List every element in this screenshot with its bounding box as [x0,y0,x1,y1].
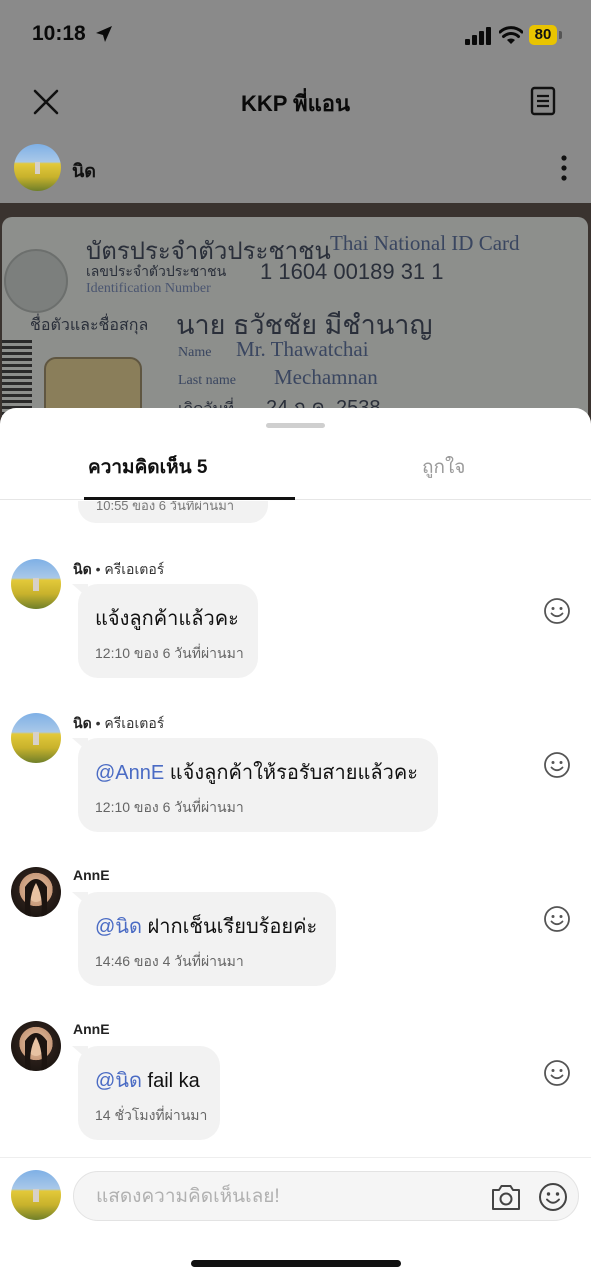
active-tab-indicator [84,497,295,500]
comment-header: AnnE [73,1021,110,1037]
camera-icon[interactable] [490,1182,522,1212]
sheet-tabs: ความคิดเห็น 5 ถูกใจ [0,436,591,500]
top-navigation: KKP พี่แอน [0,70,591,132]
comment-time: 12:10 ของ 6 วันที่ผ่านมา [95,645,244,661]
page-title: KKP พี่แอน [240,91,351,116]
comment-author[interactable]: นิด [73,715,92,731]
battery-cap [559,31,562,39]
drag-handle[interactable] [266,423,325,428]
comment-body: ฝากเช็นเรียบร้อยค่ะ [141,916,318,938]
comment-body: fail ka [141,1070,200,1092]
comment-item: AnnE @นิด fail ka 14 ชั่วโมงที่ผ่านมา [0,1021,591,1156]
creator-badge: ครีเอเตอร์ [104,715,165,731]
comment-text: @AnnE แจ้งลูกค้าให้รอรับสายแล้วคะ [95,756,418,788]
tab-likes[interactable]: ถูกใจ [422,452,465,482]
wifi-icon [499,26,523,44]
smiley-icon[interactable] [538,1182,568,1212]
name-label-en: Name [178,345,212,360]
post-author-row: นิด [0,140,591,196]
status-time: 10:18 [32,22,86,45]
partial-comment-bubble: 10:55 ของ 6 วันที่ผ่านมา [78,501,268,523]
comment-bubble[interactable]: @นิด fail ka 14 ชั่วโมงที่ผ่านมา [78,1046,220,1140]
comment-text: แจ้งลูกค้าแล้วคะ [95,602,239,634]
document-icon[interactable] [527,85,559,117]
comment-body: แจ้งลูกค้าแล้วคะ [95,608,239,630]
comment-body: แจ้งลูกค้าให้รอรับสายแล้วคะ [164,762,418,784]
comment-bubble[interactable]: แจ้งลูกค้าแล้วคะ 12:10 ของ 6 วันที่ผ่านม… [78,584,258,678]
comment-time: 14 ชั่วโมงที่ผ่านมา [95,1107,208,1123]
mention-link[interactable]: @AnnE [95,762,164,784]
id-card-image: บัตรประจำตัวประชาชน Thai National ID Car… [2,217,588,440]
comment-author[interactable]: AnnE [73,1021,110,1037]
post-photo: บัตรประจำตัวประชาชน Thai National ID Car… [0,203,591,440]
comment-time: 12:10 ของ 6 วันที่ผ่านมา [95,799,244,815]
background-post-screen: 10:18 80 KKP พี่แอน นิด บัตรประจำตัวประช… [0,0,591,440]
post-author-name[interactable]: นิด [72,156,96,185]
lastname-en: Mechamnan [274,365,378,389]
smiley-icon[interactable] [543,597,571,625]
comment-author[interactable]: นิด [73,561,92,577]
comment-list[interactable]: 10:55 ของ 6 วันที่ผ่านมา นิด • ครีเอเตอร… [0,501,591,1156]
id-number: 1 1604 00189 31 1 [260,259,444,284]
comment-item: AnnE @นิด ฝากเช็นเรียบร้อยค่ะ 14:46 ของ … [0,867,591,1007]
avatar[interactable] [11,713,61,763]
tab-comments[interactable]: ความคิดเห็น 5 [88,452,207,482]
avatar[interactable] [11,867,61,917]
status-bar: 10:18 80 [0,0,591,70]
smiley-icon[interactable] [543,905,571,933]
comment-time: 14:46 ของ 4 วันที่ผ่านมา [95,953,244,969]
comment-input[interactable] [96,1182,476,1212]
id-number-label-en: Identification Number [86,281,211,296]
id-number-label-th: เลขประจำตัวประชาชน [86,263,227,279]
comment-bubble[interactable]: @AnnE แจ้งลูกค้าให้รอรับสายแล้วคะ 12:10 … [78,738,438,832]
home-indicator [191,1260,401,1267]
name-label-th: ชื่อตัวและชื่อสกุล [30,317,149,334]
comment-item: นิด • ครีเอเตอร์ แจ้งลูกค้าแล้วคะ 12:10 … [0,559,591,699]
comment-header: นิด • ครีเอเตอร์ [73,713,164,735]
comment-item: นิด • ครีเอเตอร์ @AnnE แจ้งลูกค้าให้รอรั… [0,713,591,853]
avatar[interactable] [11,1021,61,1071]
mention-link[interactable]: @นิด [95,916,142,938]
my-avatar[interactable] [11,1170,61,1220]
name-en: Mr. Thawatchai [236,337,369,361]
comment-header: AnnE [73,867,110,883]
author-avatar[interactable] [14,144,61,191]
smiley-icon[interactable] [543,751,571,779]
emblem-icon [4,249,68,313]
creator-badge: ครีเอเตอร์ [104,561,165,577]
mention-link[interactable]: @นิด [95,1070,142,1092]
battery-icon: 80 [528,24,564,46]
comment-bubble[interactable]: @นิด ฝากเช็นเรียบร้อยค่ะ 14:46 ของ 4 วัน… [78,892,336,986]
comments-sheet: ความคิดเห็น 5 ถูกใจ 10:55 ของ 6 วันที่ผ่… [0,408,591,1280]
comment-header: นิด • ครีเอเตอร์ [73,559,164,581]
kebab-icon[interactable] [556,154,572,182]
battery-level: 80 [529,25,557,45]
comment-time: 10:55 ของ 6 วันที่ผ่านมา [96,501,235,513]
comment-author[interactable]: AnnE [73,867,110,883]
comment-input-bar [0,1157,591,1235]
id-title-en: Thai National ID Card [330,231,520,255]
lastname-label-en: Last name [178,373,236,388]
location-arrow-icon [96,26,112,42]
avatar[interactable] [11,559,61,609]
smiley-icon[interactable] [543,1059,571,1087]
comment-field[interactable] [73,1171,579,1221]
comment-text: @นิด ฝากเช็นเรียบร้อยค่ะ [95,910,317,942]
comment-text: @นิด fail ka [95,1064,200,1096]
signal-icon [465,27,491,45]
